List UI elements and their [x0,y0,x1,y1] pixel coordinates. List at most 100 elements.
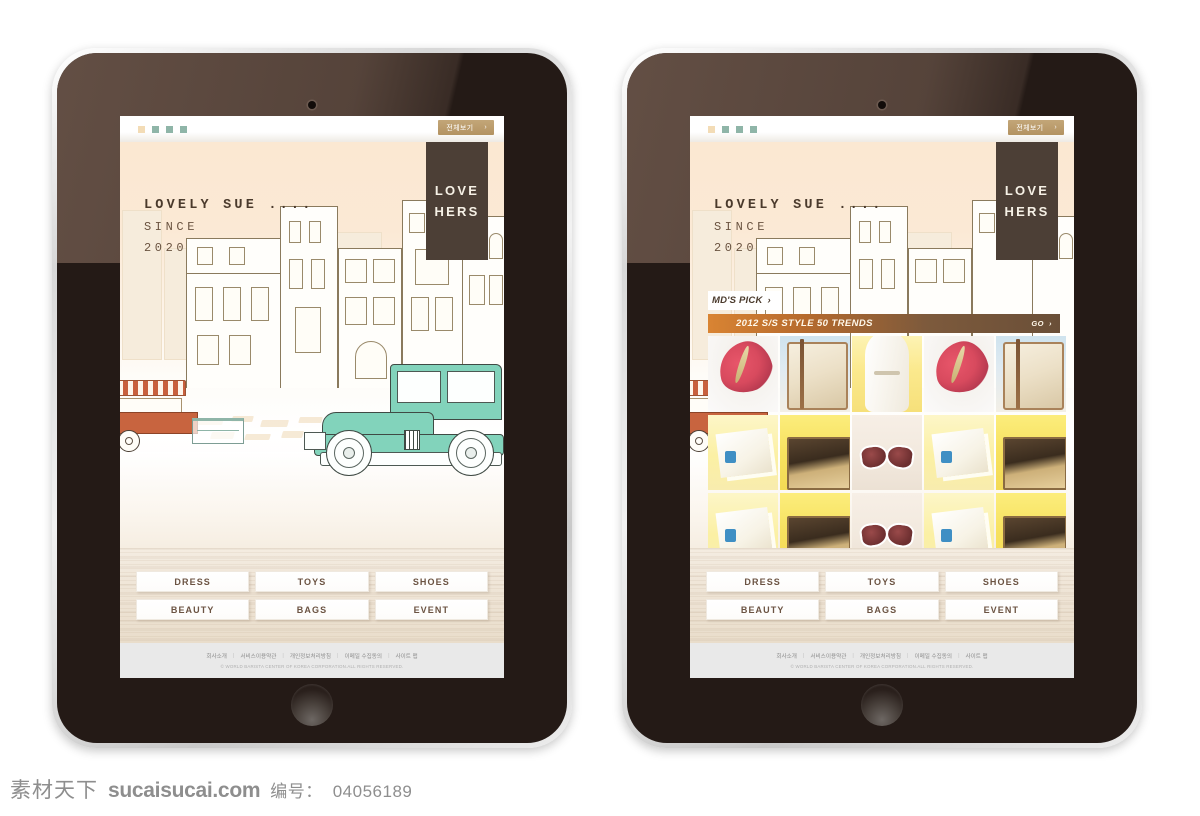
street-bench-illustration [192,418,244,444]
site-footer-right: 회사소개 | 서비스이용약관 | 개인정보처리방침 | 이메일 수집동의 | 사… [690,643,1074,678]
footer-link-sitemap[interactable]: 사이트 맵 [396,652,418,660]
hero-headline-since: SINCE [144,220,199,234]
nav-button-event[interactable]: EVENT [944,599,1058,620]
nav-button-beauty[interactable]: BEAUTY [706,599,820,620]
product-thumb-open-case[interactable] [996,414,1066,491]
love-hers-badge[interactable]: LOVE HERS [996,142,1058,260]
home-button[interactable] [291,684,333,726]
footer-link-terms[interactable]: 서비스이용약관 [810,652,846,660]
nav-button-bags[interactable]: BAGS [825,599,939,620]
love-hers-line-2: HERS [1004,204,1050,219]
product-photo-grid [708,336,1066,548]
dot-icon-1 [138,125,145,133]
product-thumb-cards[interactable] [708,493,778,548]
love-hers-badge[interactable]: LOVE HERS [426,142,488,260]
md-pick-header[interactable]: MD'S PICK › [708,291,781,310]
footer-separator: | [388,653,390,659]
home-button[interactable] [861,684,903,726]
product-thumb-sunglasses[interactable] [852,414,922,491]
trends-banner[interactable]: 2012 S/S STYLE 50 TRENDS GO › [708,314,1060,333]
love-hers-line-2: HERS [434,204,480,219]
product-thumb-sunglasses[interactable] [852,493,922,548]
md-pick-section: MD'S PICK › 2012 S/S STYLE 50 TRENDS GO … [690,290,1074,548]
tablet-device-left: 전체보기 › LOVELY SUE .... SINCE 2020 LOVE H… [52,48,572,748]
footer-links: 회사소개 | 서비스이용약관 | 개인정보처리방침 | 이메일 수집동의 | 사… [776,652,987,660]
hero-headline-since: SINCE [714,220,769,234]
dot-icon-1 [708,125,715,133]
hero-headline-year: 2020 [144,241,188,255]
hero-headline-year: 2020 [714,241,758,255]
hero-headline-group: LOVELY SUE .... SINCE 2020 [144,198,314,255]
nav-row-2: BEAUTY BAGS EVENT [136,599,488,620]
dot-icon-4 [750,125,757,133]
nav-button-bags[interactable]: BAGS [255,599,369,620]
footer-link-about[interactable]: 회사소개 [776,652,797,660]
footer-link-privacy[interactable]: 개인정보처리방침 [290,652,331,660]
view-all-button[interactable]: 전체보기 › [438,120,494,135]
product-thumb-flower[interactable] [924,336,994,412]
footer-separator: | [907,653,909,659]
watermark-number-label: 编号： [270,782,323,801]
nav-row-1: DRESS TOYS SHOES [706,571,1058,592]
love-hers-line-1: LOVE [1004,183,1050,198]
trends-go-button[interactable]: GO › [1031,319,1052,328]
footer-copyright: © WORLD BARISTA CENTER OF KOREA CORPORAT… [790,664,974,669]
footer-separator: | [282,653,284,659]
nav-button-dress[interactable]: DRESS [706,571,820,592]
dot-icon-3 [736,125,743,133]
product-thumb-cards[interactable] [924,414,994,491]
footer-link-privacy[interactable]: 개인정보처리방침 [860,652,901,660]
product-thumb-cards[interactable] [924,493,994,548]
vintage-car-illustration [300,358,504,478]
product-thumb-open-case[interactable] [780,493,850,548]
footer-link-about[interactable]: 회사소개 [206,652,227,660]
love-hers-line-1: LOVE [434,183,480,198]
product-thumb-flower[interactable] [708,336,778,412]
footer-link-email[interactable]: 이메일 수집동의 [914,652,952,660]
site-topbar: 전체보기 › [690,116,1074,142]
watermark-number: 04056189 [332,782,413,801]
product-thumb-suitcase[interactable] [780,336,850,412]
dot-icon-4 [180,125,187,133]
product-thumb-suitcase[interactable] [996,336,1066,412]
view-all-label: 전체보기 [1016,124,1044,132]
hero-banner: LOVELY SUE .... SINCE 2020 LOVE HERS [120,142,504,548]
nav-button-beauty[interactable]: BEAUTY [136,599,250,620]
nav-button-event[interactable]: EVENT [374,599,488,620]
dot-icon-2 [152,125,159,133]
footer-separator: | [337,653,339,659]
footer-link-sitemap[interactable]: 사이트 맵 [966,652,988,660]
nav-button-toys[interactable]: TOYS [825,571,939,592]
nav-row-1: DRESS TOYS SHOES [136,571,488,592]
dot-icon-2 [722,125,729,133]
site-footer-left: 회사소개 | 서비스이용약관 | 개인정보처리방침 | 이메일 수집동의 | 사… [120,643,504,678]
product-thumb-open-case[interactable] [780,414,850,491]
nav-button-shoes[interactable]: SHOES [374,571,488,592]
category-nav-right: DRESS TOYS SHOES BEAUTY BAGS EVENT [690,548,1074,643]
hero-headline-group: LOVELY SUE .... SINCE 2020 [714,198,884,255]
hero-headline-primary: LOVELY SUE .... [144,198,314,213]
nav-button-shoes[interactable]: SHOES [944,571,1058,592]
front-camera-icon [308,101,316,109]
footer-separator: | [232,653,235,659]
stock-site-watermark: 素材天下 sucaisucai.com 编号： 04056189 [10,774,412,804]
footer-link-terms[interactable]: 서비스이용약관 [240,652,276,660]
product-thumb-open-case[interactable] [996,493,1066,548]
footer-separator: | [802,653,805,659]
screen-left: 전체보기 › LOVELY SUE .... SINCE 2020 LOVE H… [120,116,504,678]
dot-icon-3 [166,125,173,133]
front-camera-icon [878,101,886,109]
nav-button-toys[interactable]: TOYS [255,571,369,592]
chevron-right-icon: › [1054,124,1057,131]
tablet-device-right: 전체보기 › LOVELY SUE .... SINCE 2020 LOVE H… [622,48,1142,748]
footer-copyright: © WORLD BARISTA CENTER OF KOREA CORPORAT… [220,664,404,669]
footer-link-email[interactable]: 이메일 수집동의 [344,652,382,660]
go-label: GO [1031,319,1044,328]
product-thumb-cards[interactable] [708,414,778,491]
nav-button-dress[interactable]: DRESS [136,571,250,592]
screen-right: 전체보기 › LOVELY SUE .... SINCE 2020 LOVE H… [690,116,1074,678]
product-thumb-dress[interactable] [852,336,922,412]
view-all-button[interactable]: 전체보기 › [1008,120,1064,135]
watermark-site-url: sucaisucai.com [108,779,261,802]
topbar-dots [708,125,757,133]
